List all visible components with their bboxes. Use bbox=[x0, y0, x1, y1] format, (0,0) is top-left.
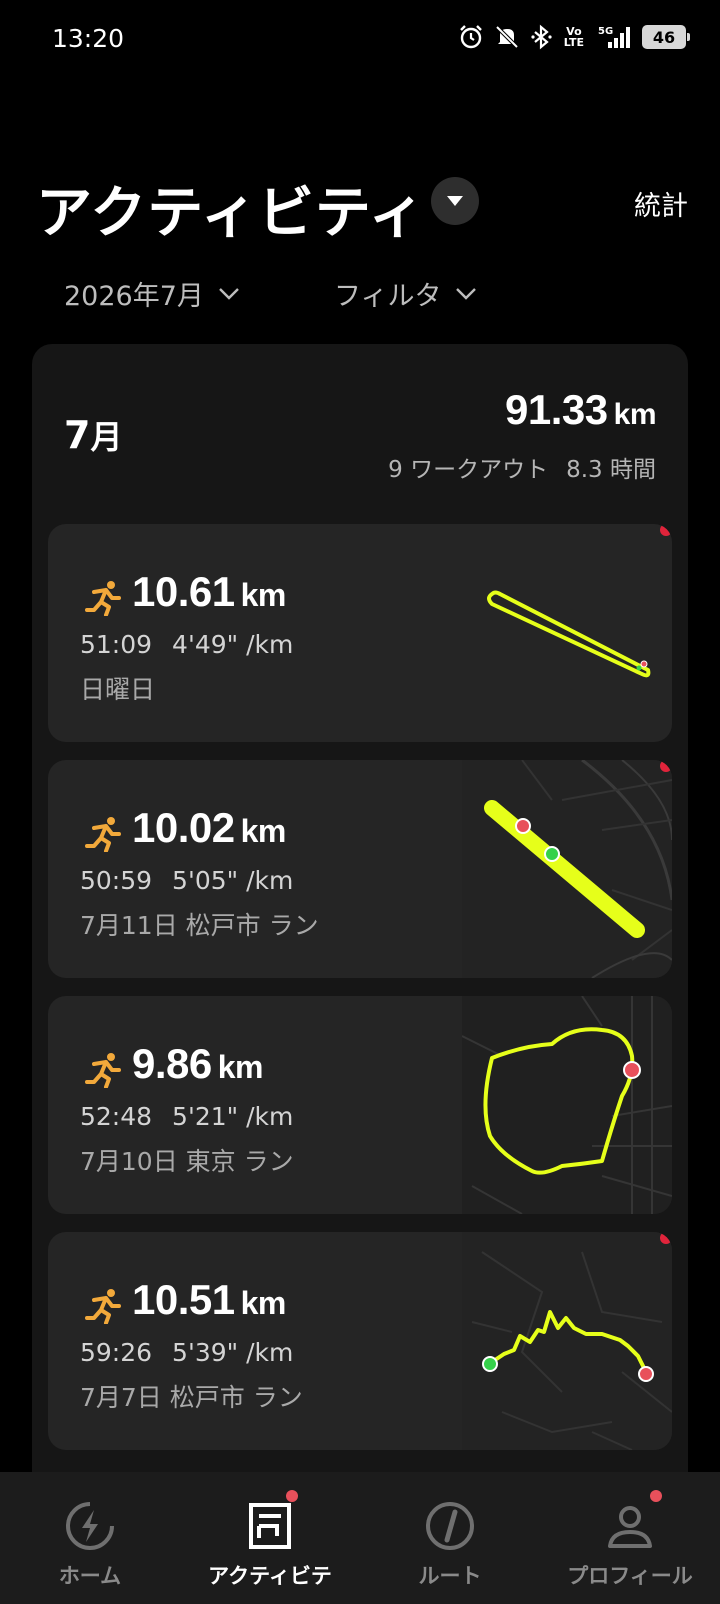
page-title: アクティビティ bbox=[36, 181, 426, 246]
month-selector[interactable]: 2026年7月 bbox=[64, 274, 240, 313]
person-icon bbox=[608, 1506, 652, 1548]
caret-down-icon bbox=[447, 196, 463, 206]
activity-metrics: 59:26 5'39" /km bbox=[80, 1338, 293, 1367]
activity-distance: 10.02 km bbox=[132, 804, 286, 851]
running-icon bbox=[85, 581, 121, 616]
route-map-thumbnail bbox=[487, 590, 651, 678]
nav-home-label: ホーム bbox=[58, 1564, 122, 1588]
route-map-thumbnail bbox=[462, 760, 672, 978]
month-selector-label: 2026年7月 bbox=[64, 281, 204, 312]
activity-card[interactable]: 9.86 km 52:48 5'21" /km 7月10日 東京 ラン bbox=[48, 996, 672, 1214]
nav-routes-label: ルート bbox=[418, 1564, 482, 1588]
chevron-down-icon bbox=[219, 287, 239, 300]
mute-icon bbox=[495, 25, 519, 49]
running-icon bbox=[85, 1053, 121, 1088]
activity-label: 日曜日 bbox=[80, 675, 156, 704]
compass-icon bbox=[426, 1502, 474, 1550]
activity-card[interactable]: 10.02 km 50:59 5'05" /km 7月11日 松戸市 ラン bbox=[48, 760, 672, 978]
battery-indicator: 46 bbox=[642, 25, 690, 49]
nav-profile-label: プロフィール bbox=[567, 1564, 693, 1588]
route-map-thumbnail bbox=[462, 1232, 672, 1450]
new-indicator bbox=[660, 1232, 672, 1244]
activity-time: 51:09 bbox=[80, 630, 153, 659]
running-icon bbox=[85, 817, 121, 852]
title-dropdown-button[interactable] bbox=[431, 177, 479, 225]
activity-pace: 5'39" /km bbox=[172, 1338, 294, 1367]
activity-time: 50:59 bbox=[80, 866, 153, 895]
status-time: 13:20 bbox=[52, 24, 125, 53]
activity-label: 7月11日 松戸市 ラン bbox=[80, 911, 319, 940]
activity-pace: 4'49" /km bbox=[172, 630, 294, 659]
activity-label: 7月10日 東京 ラン bbox=[80, 1147, 294, 1176]
new-indicator bbox=[660, 760, 672, 772]
status-icons: Vo LTE 5G 46 bbox=[458, 24, 690, 50]
summary-stats: 9 ワークアウト 8.3 時間 bbox=[388, 450, 656, 484]
alarm-icon bbox=[459, 25, 482, 49]
activity-panel: 7月 91.33 km 9 ワークアウト 8.3 時間 10.61 km 51:09… bbox=[32, 344, 688, 1604]
status-bar: 13:20 Vo LTE 5G 46 bbox=[0, 0, 720, 82]
stats-button[interactable]: 統計 bbox=[634, 184, 688, 223]
nav-activity-label: アクティビテ bbox=[208, 1564, 332, 1588]
nav-activity[interactable]: アクティビテ bbox=[180, 1472, 360, 1604]
filter-selector[interactable]: フィルタ bbox=[334, 274, 477, 313]
summary-workouts: 9 ワークアウト bbox=[388, 457, 549, 483]
activity-distance: 10.61 km bbox=[132, 568, 286, 615]
bolt-icon bbox=[66, 1502, 114, 1550]
activity-distance: 9.86 km bbox=[132, 1040, 264, 1087]
activity-metrics: 51:09 4'49" /km bbox=[80, 630, 293, 659]
nav-badge bbox=[650, 1490, 662, 1502]
svg-text:5G: 5G bbox=[598, 26, 613, 37]
activity-label: 7月7日 松戸市 ラン bbox=[80, 1383, 303, 1412]
activity-pace: 5'21" /km bbox=[172, 1102, 294, 1131]
activity-pace: 5'05" /km bbox=[172, 866, 294, 895]
activity-card[interactable]: 10.61 km 51:09 4'49" /km 日曜日 bbox=[48, 524, 672, 742]
filter-row: 2026年7月 フィルタ bbox=[0, 274, 720, 314]
chevron-down-icon bbox=[456, 287, 477, 300]
activity-card[interactable]: 10.51 km 59:26 5'39" /km 7月7日 松戸市 ラン bbox=[48, 1232, 672, 1450]
running-icon bbox=[85, 1289, 121, 1324]
summary-duration: 8.3 時間 bbox=[566, 457, 656, 483]
volte-indicator: Vo LTE bbox=[563, 25, 584, 49]
summary-month: 7月 bbox=[64, 413, 123, 457]
activity-time: 52:48 bbox=[80, 1102, 153, 1131]
signal-5g-icon: 5G bbox=[598, 26, 630, 48]
activity-time: 59:26 bbox=[80, 1338, 153, 1367]
summary-distance: 91.33 km bbox=[505, 386, 656, 433]
nav-badge bbox=[286, 1490, 298, 1502]
activity-distance: 10.51 km bbox=[132, 1276, 286, 1323]
nav-routes[interactable]: ルート bbox=[360, 1472, 540, 1604]
nav-profile[interactable]: プロフィール bbox=[540, 1472, 720, 1604]
activity-list-icon bbox=[249, 1503, 291, 1549]
bluetooth-icon bbox=[531, 24, 552, 50]
route-map-thumbnail bbox=[462, 996, 672, 1214]
filter-selector-label: フィルタ bbox=[334, 281, 442, 312]
new-indicator bbox=[660, 524, 672, 536]
nav-home[interactable]: ホーム bbox=[0, 1472, 180, 1604]
activity-metrics: 52:48 5'21" /km bbox=[80, 1102, 293, 1131]
bottom-nav: ホーム アクティビテ ルート プロフィール bbox=[0, 1472, 720, 1604]
activity-metrics: 50:59 5'05" /km bbox=[80, 866, 293, 895]
